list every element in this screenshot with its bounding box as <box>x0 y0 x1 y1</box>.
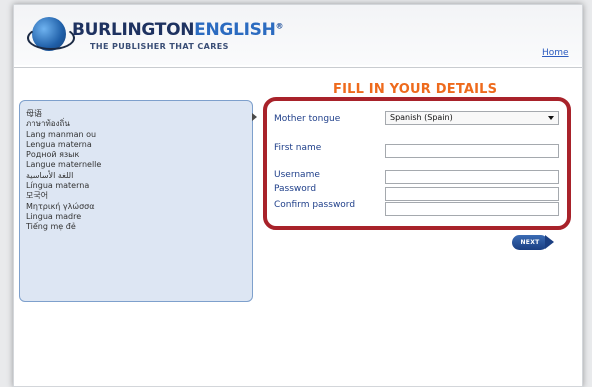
language-list: 母语 ภาษาท้องถิ่น Lang manman ou Lengua mater… <box>26 109 101 233</box>
language-item: Tiếng mẹ đẻ <box>26 222 76 232</box>
mother-tongue-value: Spanish (Spain) <box>390 113 453 122</box>
language-item: 母语 <box>26 109 42 118</box>
mother-tongue-select[interactable]: Spanish (Spain) <box>385 111 559 125</box>
language-item: Μητρική γλώσσα <box>26 201 95 211</box>
next-button-label: NEXT <box>512 235 548 250</box>
language-item: Lingua madre <box>26 211 82 221</box>
mother-tongue-label: Mother tongue <box>274 114 341 124</box>
dropdown-arrow-icon <box>548 116 554 120</box>
language-item: Lengua materna <box>26 139 92 149</box>
first-name-label: First name <box>274 143 322 153</box>
mother-tongue-panel: 母语 ภาษาท้องถิ่น Lang manman ou Lengua mater… <box>19 100 253 302</box>
language-item: Родной язык <box>26 150 80 160</box>
language-item: ภาษาท้องถิ่น <box>26 119 70 129</box>
language-item: Língua materna <box>26 181 90 191</box>
header: BURLINGTONENGLISH® THE PUBLISHER THAT CA… <box>14 5 582 65</box>
next-button[interactable]: NEXT <box>512 235 558 250</box>
next-arrow-icon <box>545 235 554 249</box>
registered-mark: ® <box>275 21 284 31</box>
brand-name-light: ENGLISH <box>194 20 276 40</box>
language-item: 모국어 <box>26 191 49 201</box>
language-item: اللغة الأساسية <box>26 170 74 180</box>
brand-name-bold: BURLINGTON <box>72 20 195 40</box>
username-field[interactable] <box>385 170 559 184</box>
language-item: Langue maternelle <box>26 160 102 170</box>
username-label: Username <box>274 170 320 180</box>
password-label: Password <box>274 184 317 194</box>
first-name-field[interactable] <box>385 144 559 158</box>
home-link[interactable]: Home <box>542 48 569 58</box>
header-divider <box>14 67 582 68</box>
password-field[interactable] <box>385 187 559 201</box>
confirm-password-field[interactable] <box>385 202 559 216</box>
language-item: Lang manman ou <box>26 129 97 139</box>
form-heading: FILL IN YOUR DETAILS <box>333 82 498 97</box>
brand-title: BURLINGTONENGLISH® <box>72 20 283 40</box>
panel-pointer-icon <box>252 113 257 121</box>
details-form: Mother tongue Spanish (Spain) First name… <box>263 97 571 230</box>
brand-tagline: THE PUBLISHER THAT CARES <box>90 42 229 51</box>
confirm-password-label: Confirm password <box>274 200 356 210</box>
globe-logo-icon <box>27 17 75 51</box>
